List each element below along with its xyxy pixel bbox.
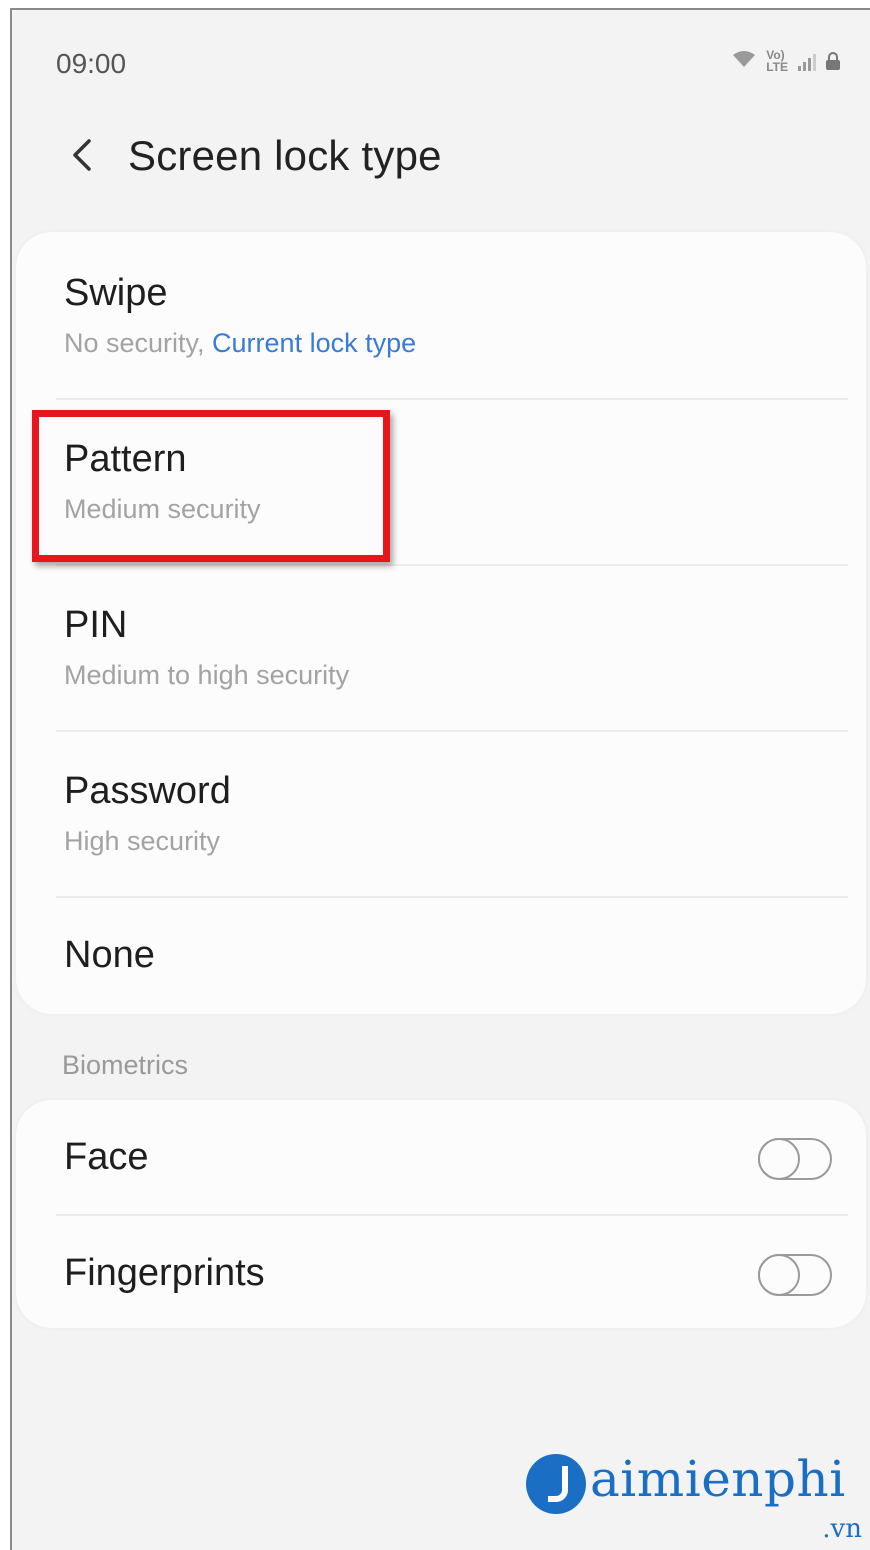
biometric-face[interactable]: Face xyxy=(16,1100,866,1214)
watermark-logo: aimienphi .vn xyxy=(526,1448,866,1544)
biometrics-list: Face Fingerprints xyxy=(16,1100,866,1328)
lock-type-list: Swipe No security, Current lock type Pat… xyxy=(16,232,866,1014)
chevron-left-icon xyxy=(73,139,91,171)
section-label-biometrics: Biometrics xyxy=(62,1050,189,1080)
lock-option-subtitle-text: No security, xyxy=(64,328,213,358)
volte-icon: Vo) LTE xyxy=(766,48,788,74)
page-title: Screen lock type xyxy=(128,132,442,179)
lock-option-subtitle: No security, Current lock type xyxy=(64,328,416,359)
watermark-brand: aimienphi xyxy=(590,1450,846,1508)
status-bar: 09:00 Vo) LTE xyxy=(12,10,870,120)
face-toggle[interactable] xyxy=(758,1138,832,1180)
lock-option-title: None xyxy=(64,934,155,976)
lock-option-title: PIN xyxy=(64,604,128,646)
lock-option-none[interactable]: None xyxy=(16,898,866,1014)
biometric-title: Fingerprints xyxy=(64,1252,265,1294)
highlight-box xyxy=(32,410,390,562)
biometric-title: Face xyxy=(64,1136,149,1178)
signal-icon xyxy=(798,51,816,71)
lock-option-password[interactable]: Password High security xyxy=(16,732,866,896)
app-bar: Screen lock type xyxy=(12,120,870,200)
current-lock-type-label: Current lock type xyxy=(212,328,417,358)
watermark-badge-icon xyxy=(526,1454,586,1514)
lock-option-subtitle: High security xyxy=(64,826,221,856)
status-icons: Vo) LTE xyxy=(732,48,840,74)
toggle-knob xyxy=(758,1138,800,1180)
lock-option-pin[interactable]: PIN Medium to high security xyxy=(16,566,866,730)
back-button[interactable] xyxy=(62,130,102,180)
fingerprints-toggle[interactable] xyxy=(758,1254,832,1296)
lock-option-title: Password xyxy=(64,770,231,812)
phone-screen: 09:00 Vo) LTE Screen lock type Swipe No s… xyxy=(10,8,870,1550)
lock-icon xyxy=(826,52,840,70)
lock-option-title: Swipe xyxy=(64,272,168,314)
biometric-fingerprints[interactable]: Fingerprints xyxy=(16,1216,866,1328)
wifi-icon xyxy=(732,48,756,74)
toggle-knob xyxy=(758,1254,800,1296)
lock-option-swipe[interactable]: Swipe No security, Current lock type xyxy=(16,232,866,398)
status-time: 09:00 xyxy=(56,48,127,79)
lock-option-subtitle: Medium to high security xyxy=(64,660,350,690)
watermark-tld: .vn xyxy=(822,1514,862,1544)
